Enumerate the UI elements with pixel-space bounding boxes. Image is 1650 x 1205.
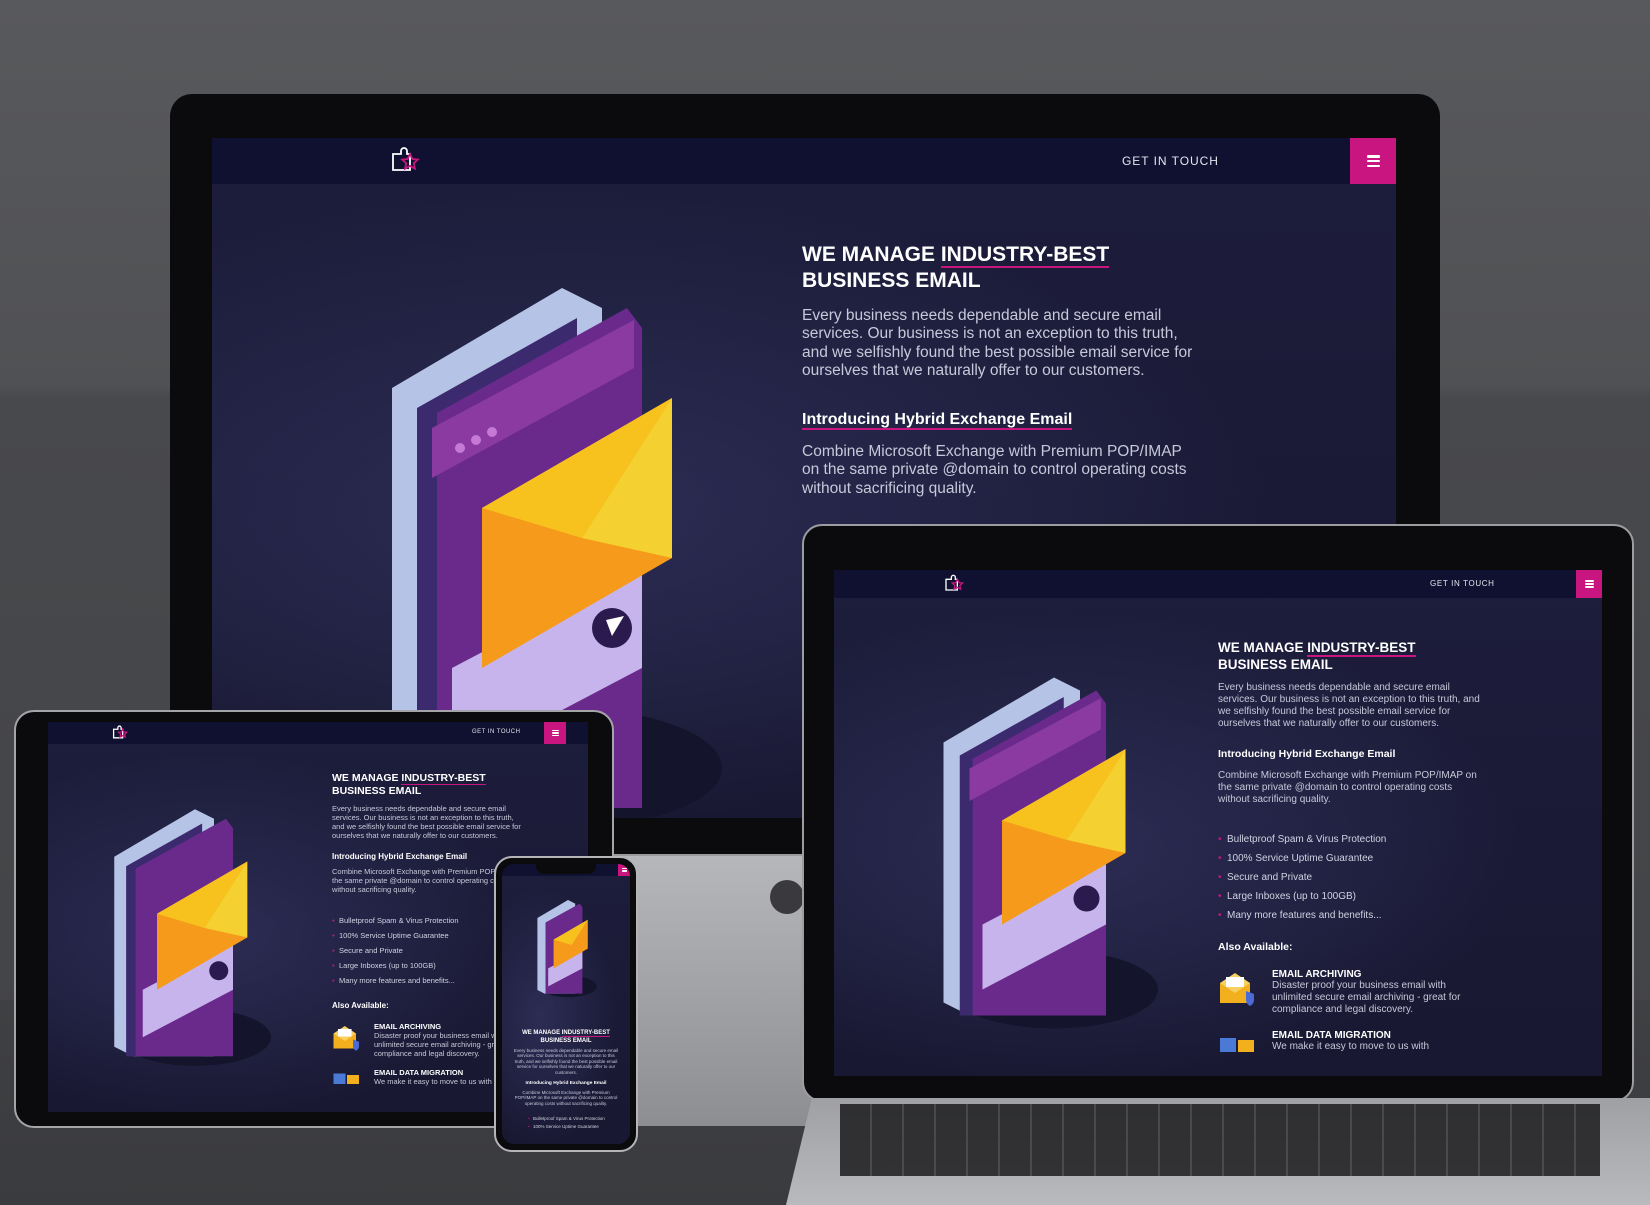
hero-illustration	[114, 809, 271, 1066]
hero-content: WE MANAGE INDUSTRY-BEST BUSINESS EMAIL E…	[1218, 640, 1480, 1053]
service-desc: We make it easy to move to us with	[1272, 1040, 1430, 1052]
sub-text: Combine Microsoft Exchange with Premium …	[514, 1089, 618, 1106]
keyboard-keys	[840, 1104, 1600, 1176]
hero-illustration	[537, 900, 597, 998]
sub-heading: Introducing Hybrid Exchange Email	[1218, 747, 1396, 760]
hero-title-highlight: INDUSTRY-BEST	[561, 1030, 610, 1037]
hero-illustration	[943, 677, 1158, 1029]
hero-title-part2: BUSINESS EMAIL	[1218, 656, 1333, 672]
hero-title-highlight: INDUSTRY-BEST	[1307, 640, 1416, 657]
sub-heading: Introducing Hybrid Exchange Email	[525, 1080, 607, 1086]
menu-button[interactable]	[618, 864, 630, 876]
service-desc: Disaster proof your business email with …	[1272, 979, 1461, 1015]
phone: WE MANAGE INDUSTRY-BEST BUSINESS EMAIL E…	[494, 856, 638, 1152]
hero-title: WE MANAGE INDUSTRY-BEST BUSINESS EMAIL	[332, 772, 528, 798]
migration-icon	[332, 1070, 362, 1086]
hero-title-part2: BUSINESS EMAIL	[802, 269, 981, 293]
laptop-keyboard	[786, 1098, 1650, 1205]
hamburger-icon	[1366, 155, 1380, 167]
hero-title-highlight: INDUSTRY-BEST	[940, 243, 1110, 268]
hero-title-part2: BUSINESS EMAIL	[332, 785, 422, 798]
hero-content: WE MANAGE INDUSTRY-BEST BUSINESS EMAIL E…	[802, 242, 1202, 499]
hamburger-icon	[551, 730, 559, 736]
list-item: Many more features and benefits...	[1218, 910, 1480, 921]
hero-text: Every business needs dependable and secu…	[1218, 681, 1480, 729]
hero-text: Every business needs dependable and secu…	[332, 804, 521, 841]
sub-heading: Introducing Hybrid Exchange Email	[802, 410, 1073, 430]
menu-button[interactable]	[1350, 138, 1396, 184]
laptop-screen: GET IN TOUCH WE MANAGE INDUSTRY-BEST BUS…	[834, 570, 1602, 1076]
logo-icon[interactable]	[390, 146, 420, 176]
list-item: 100% Service Uptime Guarantee	[1218, 853, 1480, 864]
hero-title: WE MANAGE INDUSTRY-BEST BUSINESS EMAIL	[1218, 640, 1480, 674]
logo-icon[interactable]	[944, 574, 965, 594]
also-available-heading: Also Available:	[1218, 940, 1293, 953]
feature-list: Bulletproof Spam & Virus Protection 100%…	[1218, 834, 1480, 921]
phone-screen: WE MANAGE INDUSTRY-BEST BUSINESS EMAIL E…	[502, 864, 630, 1144]
navbar: GET IN TOUCH	[48, 722, 588, 744]
hero-title-part2: BUSINESS EMAIL	[540, 1037, 592, 1044]
get-in-touch-link[interactable]: GET IN TOUCH	[472, 729, 520, 735]
migration-icon	[1218, 1034, 1258, 1054]
sub-text: Combine Microsoft Exchange with Premium …	[1218, 769, 1477, 805]
hamburger-icon	[1584, 580, 1594, 588]
service-title: EMAIL DATA MIGRATION	[1272, 1029, 1391, 1041]
logo-icon[interactable]	[112, 725, 129, 741]
phone-notch	[536, 864, 596, 874]
menu-button[interactable]	[1576, 570, 1602, 598]
navbar: GET IN TOUCH	[834, 570, 1602, 598]
monitor-logo-icon	[770, 880, 804, 914]
list-item: Bulletproof Spam & Virus Protection	[528, 1116, 620, 1121]
hero-title-part1: WE MANAGE	[1218, 640, 1308, 655]
menu-button[interactable]	[544, 722, 566, 744]
hero-text: Every business needs dependable and secu…	[802, 306, 1193, 380]
list-item: Secure and Private	[1218, 872, 1480, 883]
sub-text: Combine Microsoft Exchange with Premium …	[802, 442, 1187, 498]
hero-title-highlight: INDUSTRY-BEST	[401, 772, 486, 785]
envelope-shield-icon	[1218, 971, 1258, 1007]
list-item: Large Inboxes (up to 100GB)	[1218, 891, 1480, 902]
hero-title: WE MANAGE INDUSTRY-BEST BUSINESS EMAIL	[802, 242, 1202, 295]
hero-text: Every business needs dependable and secu…	[513, 1048, 619, 1075]
hamburger-icon	[621, 868, 627, 872]
navbar: GET IN TOUCH	[212, 138, 1396, 184]
service-title: EMAIL ARCHIVING	[1272, 968, 1362, 980]
service-archiving: EMAIL ARCHIVING Disaster proof your busi…	[1218, 969, 1480, 1016]
hero-content: WE MANAGE INDUSTRY-BEST BUSINESS EMAIL E…	[512, 1030, 620, 1132]
feature-list: Bulletproof Spam & Virus Protection 100%…	[512, 1116, 620, 1129]
hero-title-part1: WE MANAGE	[802, 243, 941, 266]
list-item: 100% Service Uptime Guarantee	[528, 1124, 620, 1129]
laptop: GET IN TOUCH WE MANAGE INDUSTRY-BEST BUS…	[802, 524, 1634, 1102]
get-in-touch-link[interactable]: GET IN TOUCH	[1430, 579, 1495, 588]
envelope-shield-icon	[332, 1024, 362, 1052]
get-in-touch-link[interactable]: GET IN TOUCH	[1122, 154, 1219, 168]
hero-title-part1: WE MANAGE	[522, 1030, 562, 1036]
list-item: Bulletproof Spam & Virus Protection	[1218, 834, 1480, 845]
hero-title-part1: WE MANAGE	[332, 772, 402, 784]
service-migration: EMAIL DATA MIGRATION We make it easy to …	[1218, 1030, 1480, 1053]
hero-title: WE MANAGE INDUSTRY-BEST BUSINESS EMAIL	[512, 1030, 620, 1045]
